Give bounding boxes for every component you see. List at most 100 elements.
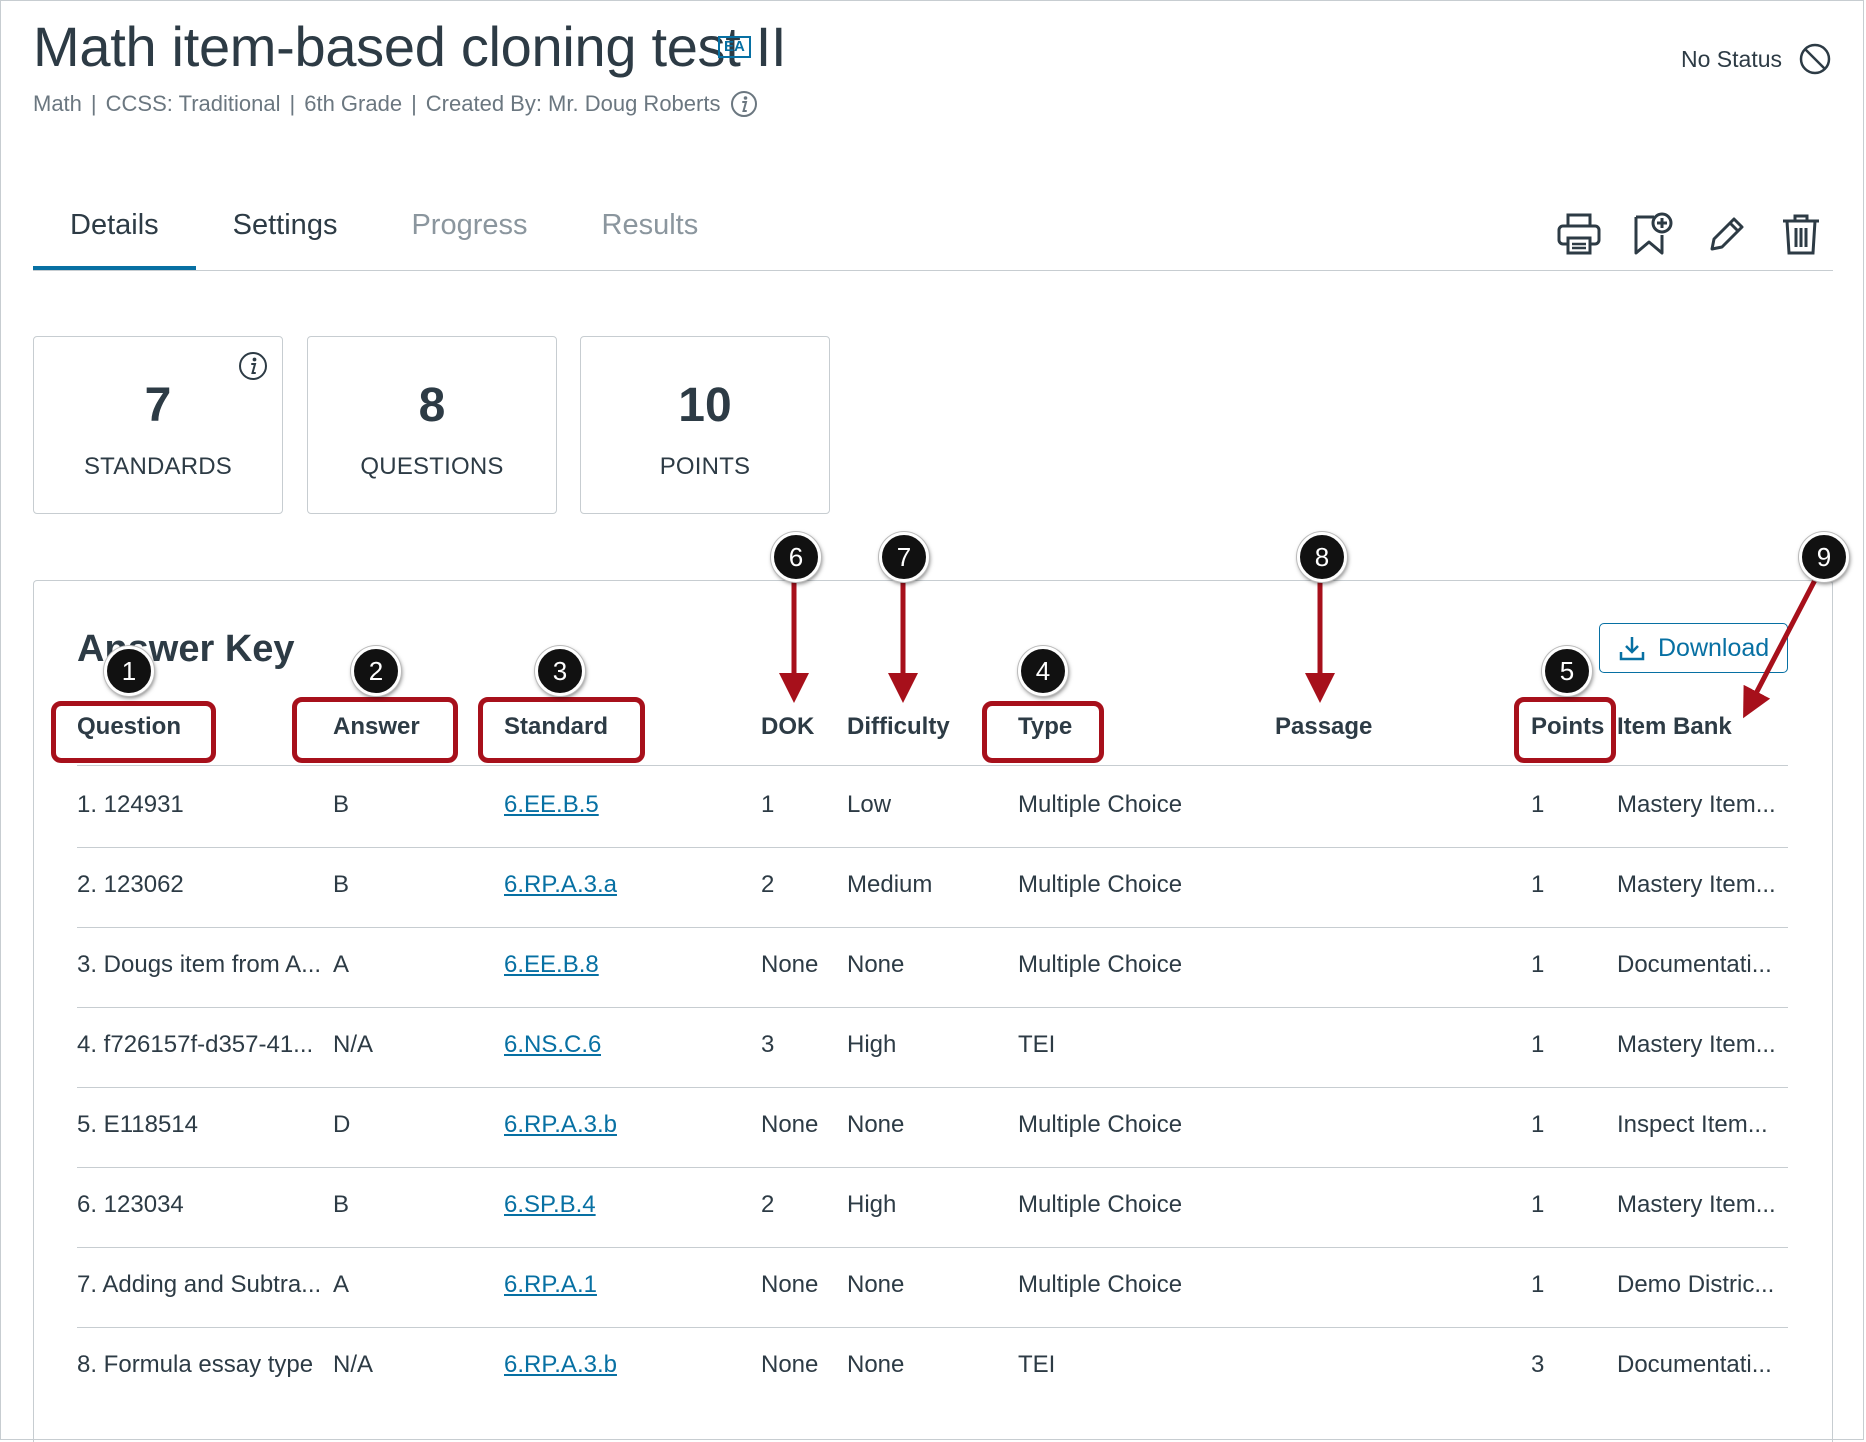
edit-button[interactable]: [1703, 210, 1751, 258]
cell-standard-link[interactable]: 6.SP.B.4: [504, 1191, 596, 1219]
table-row: 2. 123062 B 6.RP.A.3.a 2 Medium Multiple…: [77, 847, 1788, 928]
annotation-highlight-question: [51, 701, 216, 763]
cell-difficulty: High: [847, 1191, 897, 1218]
cell-question: 6. 123034: [77, 1191, 184, 1218]
edit-pencil-icon: [1710, 217, 1744, 251]
cell-answer: D: [333, 1111, 351, 1138]
cell-answer: B: [333, 871, 350, 898]
cell-standard-link[interactable]: 6.EE.B.8: [504, 951, 599, 979]
cell-difficulty: Low: [847, 791, 892, 818]
cell-type: Multiple Choice: [1018, 1111, 1183, 1138]
stat-card-standards: 7 STANDARDS: [33, 336, 283, 514]
cell-answer: N/A: [333, 1351, 374, 1378]
cell-item-bank: Mastery Item...: [1617, 871, 1776, 898]
annotation-highlight-points: [1514, 697, 1616, 763]
table-row: 7. Adding and Subtra... A 6.RP.A.1 None …: [77, 1247, 1788, 1328]
status-label: No Status: [1681, 45, 1782, 72]
tab-settings[interactable]: Settings: [196, 205, 375, 268]
cell-question: 7. Adding and Subtra...: [77, 1271, 322, 1298]
toolbar: [1555, 210, 1825, 258]
stat-label: POINTS: [659, 453, 751, 480]
cell-points: 1: [1531, 951, 1545, 978]
print-button[interactable]: [1555, 210, 1603, 258]
annotation-badge-1: 1: [104, 646, 154, 696]
meta-subject: Math: [33, 91, 82, 116]
column-header-item-bank[interactable]: Item Bank: [1617, 713, 1732, 741]
cell-difficulty: None: [847, 951, 905, 978]
cell-points: 1: [1531, 1031, 1545, 1058]
cell-dok: 1: [761, 791, 775, 818]
download-label: Download: [1658, 633, 1770, 662]
cell-question: 1. 124931: [77, 791, 184, 818]
column-header-dok[interactable]: DOK: [761, 713, 814, 741]
table-row: 3. Dougs item from A... A 6.EE.B.8 None …: [77, 927, 1788, 1008]
annotation-badge-7: 7: [879, 532, 929, 582]
cell-type: Multiple Choice: [1018, 791, 1183, 818]
cell-standard-link[interactable]: 6.NS.C.6: [504, 1031, 601, 1059]
cell-dok: 2: [761, 1191, 775, 1218]
table-row: 5. E118514 D 6.RP.A.3.b None None Multip…: [77, 1087, 1788, 1168]
trash-icon: [1783, 214, 1819, 255]
cell-dok: 3: [761, 1031, 775, 1058]
cell-question: 8. Formula essay type: [77, 1351, 314, 1378]
meta-separator: |: [90, 91, 97, 116]
cell-type: Multiple Choice: [1018, 1271, 1183, 1298]
cell-answer: A: [333, 951, 350, 978]
status-indicator[interactable]: No Status: [1681, 42, 1832, 76]
annotation-highlight-answer: [292, 697, 458, 763]
cell-difficulty: High: [847, 1031, 897, 1058]
table-row: 6. 123034 B 6.SP.B.4 2 High Multiple Cho…: [77, 1167, 1788, 1248]
column-header-difficulty[interactable]: Difficulty: [847, 713, 950, 741]
cell-dok: None: [761, 1351, 819, 1378]
column-header-passage[interactable]: Passage: [1275, 713, 1372, 741]
ea-badge: EA: [718, 36, 751, 58]
annotation-badge-4: 4: [1018, 646, 1068, 696]
meta-grade: 6th Grade: [304, 91, 403, 116]
cell-difficulty: None: [847, 1111, 905, 1138]
cell-question: 5. E118514: [77, 1111, 198, 1138]
stat-card-questions: 8 QUESTIONS: [307, 336, 557, 514]
download-icon: [1619, 637, 1645, 661]
cell-type: Multiple Choice: [1018, 951, 1183, 978]
cell-type: Multiple Choice: [1018, 871, 1183, 898]
cell-standard-link[interactable]: 6.RP.A.3.b: [504, 1111, 617, 1139]
meta-standards-set: CCSS: Traditional: [105, 91, 281, 116]
cell-points: 3: [1531, 1351, 1545, 1378]
cell-standard-link[interactable]: 6.RP.A.3.b: [504, 1351, 617, 1379]
download-button[interactable]: Download: [1599, 623, 1788, 673]
print-icon: [1557, 213, 1601, 255]
info-icon[interactable]: [730, 90, 758, 118]
cell-points: 1: [1531, 791, 1545, 818]
bookmark-add-button[interactable]: [1629, 210, 1677, 258]
annotation-badge-6: 6: [771, 532, 821, 582]
cell-item-bank: Demo Distric...: [1617, 1271, 1775, 1298]
cell-item-bank: Documentati...: [1617, 951, 1772, 978]
tab-details[interactable]: Details: [33, 205, 196, 271]
delete-button[interactable]: [1777, 210, 1825, 258]
table-row: 8. Formula essay type N/A 6.RP.A.3.b Non…: [77, 1327, 1788, 1407]
info-icon[interactable]: [238, 351, 268, 381]
tabs-divider: [33, 270, 1833, 271]
cell-difficulty: None: [847, 1271, 905, 1298]
bookmark-add-icon: [1634, 212, 1673, 255]
cell-points: 1: [1531, 1191, 1545, 1218]
cell-difficulty: Medium: [847, 871, 933, 898]
cell-dok: None: [761, 951, 819, 978]
meta-separator: |: [411, 91, 417, 116]
cell-points: 1: [1531, 871, 1545, 898]
cell-item-bank: Mastery Item...: [1617, 1191, 1776, 1218]
stat-value: 8: [418, 379, 446, 432]
tab-bar: Details Settings Progress Results: [33, 205, 735, 271]
assessment-meta: Math | CCSS: Traditional | 6th Grade | C…: [33, 90, 758, 118]
cell-dok: 2: [761, 871, 775, 898]
tab-progress: Progress: [411, 209, 528, 241]
page-title: Math item-based cloning test II: [33, 15, 787, 78]
stat-card-points: 10 POINTS: [580, 336, 830, 514]
cell-standard-link[interactable]: 6.EE.B.5: [504, 791, 599, 819]
cell-difficulty: None: [847, 1351, 905, 1378]
stat-value: 7: [144, 379, 172, 432]
annotation-badge-3: 3: [535, 646, 585, 696]
cell-item-bank: Documentati...: [1617, 1351, 1772, 1378]
cell-standard-link[interactable]: 6.RP.A.1: [504, 1271, 597, 1299]
cell-standard-link[interactable]: 6.RP.A.3.a: [504, 871, 617, 899]
